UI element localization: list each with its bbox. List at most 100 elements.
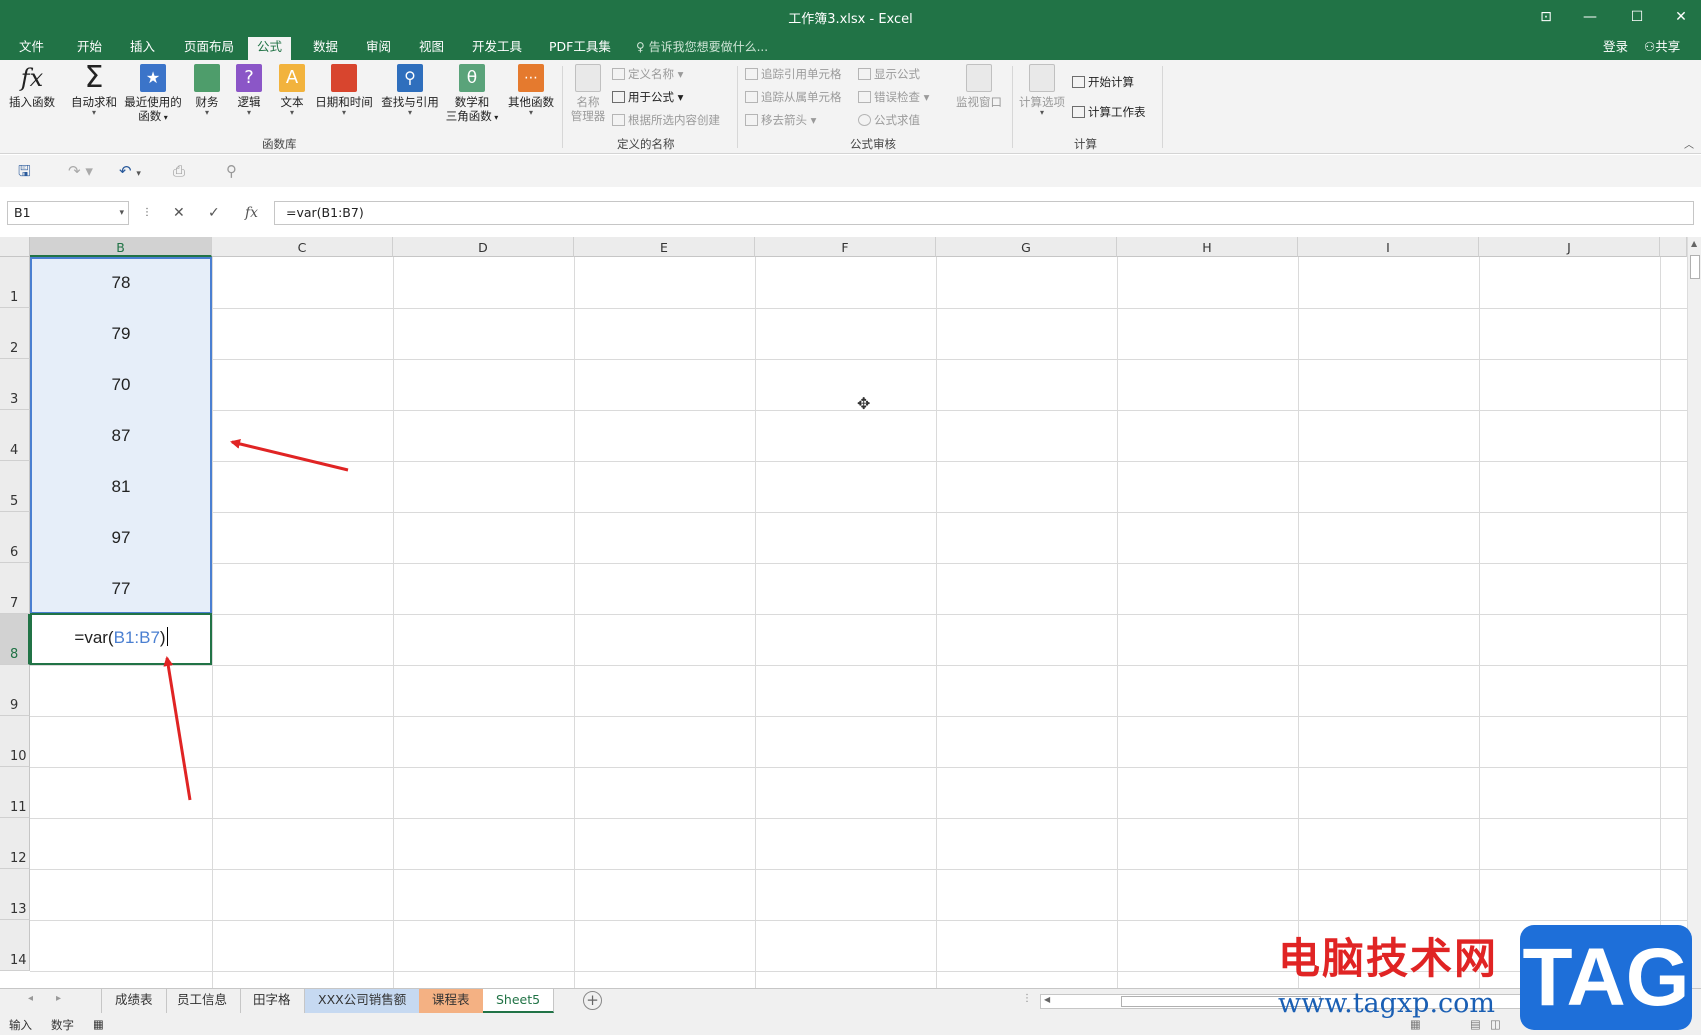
tab-insert[interactable]: 插入 — [121, 37, 164, 60]
column-header-f[interactable]: F — [755, 237, 936, 257]
row-header-3[interactable]: 3 — [0, 359, 30, 410]
evaluate-formula-button[interactable]: 公式求值 — [858, 112, 920, 128]
cell-b7[interactable]: 77 — [30, 563, 212, 614]
tab-developer[interactable]: 开发工具 — [463, 37, 531, 60]
row-header-13[interactable]: 13 — [0, 869, 30, 920]
error-checking-button[interactable]: 错误检查 ▾ — [858, 89, 929, 105]
logical-button[interactable]: ? 逻辑 ▾ — [234, 64, 264, 117]
save-icon[interactable]: 🖫 — [18, 162, 31, 180]
login-link[interactable]: 登录 — [1603, 37, 1628, 57]
column-header-h[interactable]: H — [1117, 237, 1298, 257]
prev-sheet-icon[interactable]: ◂ — [28, 993, 33, 1004]
scroll-left-icon[interactable]: ◀ — [1044, 995, 1050, 1004]
add-sheet-button[interactable]: + — [583, 991, 602, 1010]
cell-b8-editing[interactable]: =var(B1:B7) — [30, 613, 212, 665]
chevron-down-icon[interactable]: ▾ — [119, 202, 124, 224]
column-header-g[interactable]: G — [936, 237, 1117, 257]
cancel-icon[interactable]: ✕ — [173, 204, 185, 222]
next-sheet-icon[interactable]: ▸ — [56, 993, 61, 1004]
create-from-selection-button[interactable]: 根据所选内容创建 — [612, 112, 720, 128]
column-header-c[interactable]: C — [212, 237, 393, 257]
show-formulas-button[interactable]: 显示公式 — [858, 66, 920, 82]
sheet-tab-employees[interactable]: 员工信息 — [164, 989, 242, 1013]
calculate-now-button[interactable]: 开始计算 — [1072, 74, 1134, 90]
normal-view-icon[interactable]: ▦ — [1410, 1017, 1421, 1031]
vertical-scrollbar[interactable]: ▲ — [1687, 237, 1701, 988]
calculation-options-button[interactable]: 计算选项 ▾ — [1016, 64, 1068, 117]
tab-formulas[interactable]: 公式 — [248, 37, 292, 60]
minimize-button[interactable]: — — [1570, 4, 1610, 30]
column-header-i[interactable]: I — [1298, 237, 1479, 257]
name-manager-button[interactable]: 名称 管理器 — [568, 64, 608, 123]
column-header-j[interactable]: J — [1479, 237, 1660, 257]
cell-b6[interactable]: 97 — [30, 512, 212, 563]
remove-arrows-button[interactable]: 移去箭头 ▾ — [745, 112, 816, 128]
cell-b5[interactable]: 81 — [30, 461, 212, 512]
cell-b2[interactable]: 79 — [30, 308, 212, 359]
row-header-7[interactable]: 7 — [0, 563, 30, 614]
column-header-d[interactable]: D — [393, 237, 574, 257]
tab-view[interactable]: 视图 — [410, 37, 453, 60]
maximize-button[interactable]: ☐ — [1617, 4, 1657, 30]
row-header-6[interactable]: 6 — [0, 512, 30, 563]
more-functions-button[interactable]: ⋯ 其他函数 ▾ — [504, 64, 558, 117]
scrollbar-thumb[interactable] — [1690, 255, 1700, 279]
financial-button[interactable]: 财务 ▾ — [192, 64, 222, 117]
row-header-2[interactable]: 2 — [0, 308, 30, 359]
undo-icon[interactable]: ↶ ▾ — [119, 162, 141, 183]
name-box[interactable]: B1 ▾ — [7, 201, 129, 225]
tab-data[interactable]: 数据 — [304, 37, 347, 60]
use-in-formula-button[interactable]: 用于公式 ▾ — [612, 89, 683, 105]
tab-split-handle[interactable]: ⋮ — [1022, 993, 1032, 1004]
recently-used-button[interactable]: ★ 最近使用的 函数 ▾ — [122, 64, 184, 125]
sheet-tab-schedule[interactable]: 课程表 — [419, 989, 484, 1013]
row-header-9[interactable]: 9 — [0, 665, 30, 716]
macro-record-icon[interactable]: ▦ — [93, 1017, 104, 1031]
row-header-4[interactable]: 4 — [0, 410, 30, 461]
tab-file[interactable]: 文件 — [10, 37, 53, 60]
watch-window-button[interactable]: 监视窗口 — [953, 64, 1005, 109]
trace-precedents-button[interactable]: 追踪引用单元格 — [745, 66, 842, 82]
row-header-10[interactable]: 10 — [0, 716, 30, 767]
column-header-b[interactable]: B — [30, 237, 212, 257]
row-header-5[interactable]: 5 — [0, 461, 30, 512]
cell-b4[interactable]: 87 — [30, 410, 212, 461]
tab-pdf-tools[interactable]: PDF工具集 — [540, 37, 620, 60]
row-header-14[interactable]: 14 — [0, 920, 30, 971]
sheet-tab-sales[interactable]: XXX公司销售额 — [305, 989, 421, 1013]
lookup-reference-button[interactable]: ⚲ 查找与引用 ▾ — [378, 64, 442, 117]
row-header-12[interactable]: 12 — [0, 818, 30, 869]
tab-home[interactable]: 开始 — [68, 37, 111, 60]
insert-function-button[interactable]: fx 插入函数 — [6, 64, 58, 109]
sheet-tab-grid[interactable]: 田字格 — [240, 989, 305, 1013]
column-header-e[interactable]: E — [574, 237, 755, 257]
scroll-up-icon[interactable]: ▲ — [1691, 239, 1697, 248]
ribbon-display-options-icon[interactable]: ⊡ — [1526, 4, 1566, 30]
date-time-button[interactable]: 日期和时间 ▾ — [312, 64, 376, 117]
text-button[interactable]: A 文本 ▾ — [277, 64, 307, 117]
close-button[interactable]: ✕ — [1661, 4, 1701, 30]
fx-icon[interactable]: fx — [245, 204, 258, 222]
enter-icon[interactable]: ✓ — [208, 204, 220, 222]
cell-b1[interactable]: 78 — [30, 257, 212, 308]
page-break-view-icon[interactable]: ◫ — [1490, 1017, 1501, 1031]
redo-icon[interactable]: ↷ ▾ — [68, 162, 93, 180]
select-all-corner[interactable] — [0, 237, 30, 257]
page-layout-view-icon[interactable]: ▤ — [1470, 1017, 1481, 1031]
share-button[interactable]: ⚇共享 — [1644, 37, 1680, 57]
row-header-1[interactable]: 1 — [0, 257, 30, 308]
zoom-preview-icon[interactable]: ⚲ — [226, 162, 237, 180]
sheet-tab-scores[interactable]: 成绩表 — [101, 989, 167, 1013]
calculate-sheet-button[interactable]: 计算工作表 — [1072, 104, 1146, 120]
tab-page-layout[interactable]: 页面布局 — [175, 37, 243, 60]
trace-dependents-button[interactable]: 追踪从属单元格 — [745, 89, 842, 105]
math-trig-button[interactable]: θ 数学和 三角函数 ▾ — [442, 64, 502, 125]
tab-review[interactable]: 审阅 — [357, 37, 400, 60]
row-header-8[interactable]: 8 — [0, 614, 30, 665]
tell-me-search[interactable]: ♀ 告诉我您想要做什么... — [636, 37, 768, 57]
row-header-11[interactable]: 11 — [0, 767, 30, 818]
formula-input[interactable]: =var(B1:B7) — [274, 201, 1694, 225]
sheet-tab-sheet5[interactable]: Sheet5 — [483, 989, 555, 1013]
cell-b3[interactable]: 70 — [30, 359, 212, 410]
autosum-button[interactable]: Σ 自动求和 ▾ — [69, 63, 119, 117]
